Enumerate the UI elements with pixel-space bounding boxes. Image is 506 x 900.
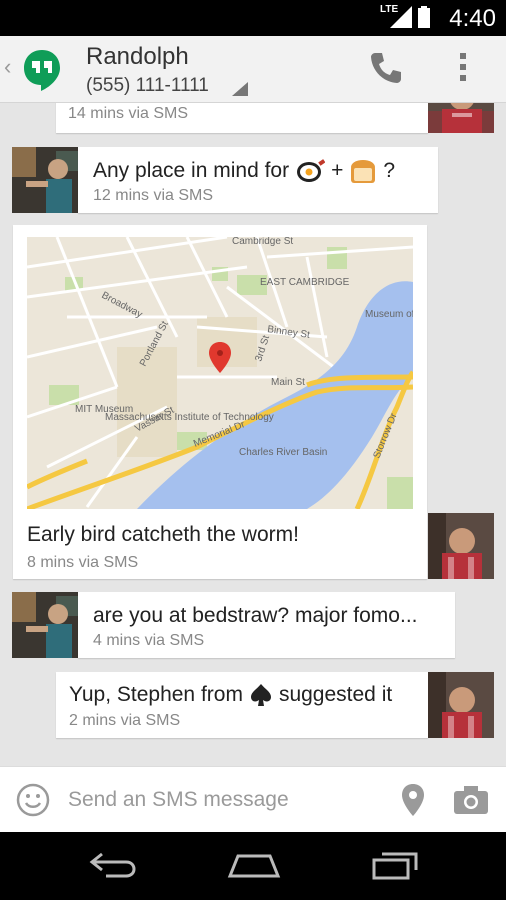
- contact-name: Randolph: [86, 43, 189, 70]
- avatar[interactable]: [428, 513, 494, 579]
- smiley-icon: [16, 783, 50, 817]
- location-pin-icon[interactable]: [209, 342, 231, 373]
- message-meta: 12 mins via SMS: [93, 187, 214, 204]
- message-text: Early bird catcheth the worm!: [27, 523, 299, 546]
- map-attachment[interactable]: Cambridge St EAST CAMBRIDGE Broadway Bin…: [27, 237, 413, 509]
- message-bubble: Any place in mind for + ? 12 mins via SM…: [78, 147, 438, 213]
- map-label: Main St: [271, 377, 305, 388]
- location-marker-icon: [402, 784, 424, 816]
- message-thread[interactable]: 14 mins via SMS Any place in mind for + …: [0, 103, 506, 765]
- clock: 4:40: [449, 5, 496, 32]
- back-chevron-icon[interactable]: ‹: [4, 54, 11, 80]
- map-label: Binney St: [267, 324, 311, 341]
- plus-sign: +: [331, 159, 344, 182]
- battery-icon: [418, 6, 430, 28]
- message-bubble: Yup, Stephen from suggested it 2 mins vi…: [56, 672, 428, 738]
- frying-pan-egg-icon: [297, 159, 326, 182]
- bread-icon: [351, 160, 376, 183]
- sms-message-input[interactable]: [66, 787, 370, 813]
- avatar[interactable]: [12, 592, 78, 658]
- message-bubble: 14 mins via SMS: [56, 103, 428, 133]
- network-type: LTE: [380, 4, 399, 15]
- avatar[interactable]: [428, 103, 494, 133]
- message-text: Any place in mind for + ?: [93, 158, 395, 184]
- map-label: Museum of Science: [365, 309, 413, 320]
- recent-apps-icon: [372, 852, 418, 880]
- message-text-part: suggested it: [278, 683, 393, 706]
- contact-phone[interactable]: (555) 111-1111: [86, 75, 209, 97]
- message-bubble: Cambridge St EAST CAMBRIDGE Broadway Bin…: [13, 225, 427, 579]
- camera-button[interactable]: [452, 785, 490, 820]
- recent-apps-button[interactable]: [370, 850, 420, 885]
- message-meta: 14 mins via SMS: [68, 105, 189, 122]
- map-label: Cambridge St: [232, 237, 293, 247]
- home-button[interactable]: [226, 850, 282, 885]
- composer-bar: [0, 766, 506, 833]
- status-bar: LTE 4:40: [0, 0, 506, 36]
- message-meta: 8 mins via SMS: [27, 554, 139, 571]
- home-icon: [227, 854, 281, 878]
- phone-icon: [371, 53, 401, 83]
- map-label: Massachusetts Institute of Technology: [105, 412, 274, 423]
- message-bubble: are you at bedstraw? major fomo... 4 min…: [78, 592, 455, 658]
- emoji-button[interactable]: [16, 783, 50, 822]
- camera-icon: [454, 786, 488, 814]
- navigation-bar: [0, 832, 506, 900]
- back-button[interactable]: [88, 850, 138, 885]
- call-button[interactable]: [368, 50, 404, 91]
- overflow-menu-button[interactable]: [460, 53, 466, 86]
- message-text-part: ?: [383, 159, 396, 182]
- message-text: are you at bedstraw? major fomo...: [93, 604, 418, 627]
- message-text: Yup, Stephen from suggested it: [69, 683, 392, 707]
- action-bar: ‹ Randolph (555) 111-1111: [0, 36, 506, 103]
- share-location-button[interactable]: [400, 783, 426, 822]
- phone-dropdown-icon[interactable]: [232, 82, 248, 96]
- message-text-part: Yup, Stephen from: [69, 683, 243, 706]
- message-text-part: Any place in mind for: [93, 159, 290, 182]
- avatar[interactable]: [12, 147, 78, 213]
- map-label: EAST CAMBRIDGE: [260, 277, 350, 288]
- message-meta: 4 mins via SMS: [93, 632, 205, 649]
- map-label: Charles River Basin: [239, 447, 327, 458]
- hangouts-logo-icon[interactable]: [22, 48, 62, 97]
- status-icons: LTE: [380, 4, 430, 28]
- spade-icon: [250, 684, 271, 706]
- back-arrow-icon: [89, 852, 136, 878]
- message-meta: 2 mins via SMS: [69, 712, 181, 729]
- avatar[interactable]: [428, 672, 494, 738]
